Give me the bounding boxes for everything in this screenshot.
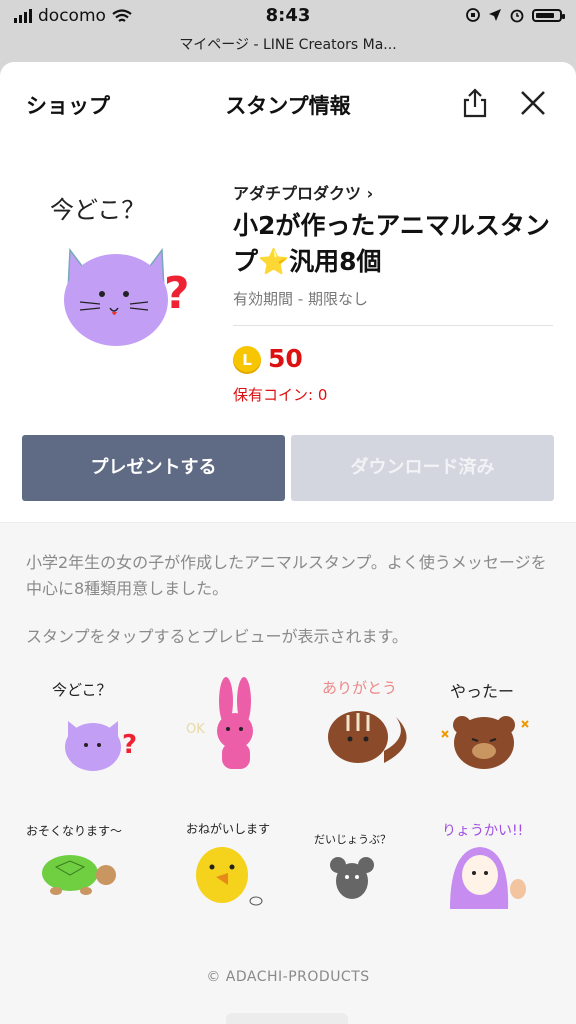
sticker-caption: おそくなります〜 bbox=[26, 824, 122, 838]
sticker-title: 小2が作ったアニマルスタンプ⭐汎用8個 bbox=[233, 211, 550, 276]
owned-coins: 保有コイン: 0 bbox=[233, 386, 328, 404]
orientation-lock-icon bbox=[466, 8, 480, 22]
main-sticker-image: 今どこ？ ? bbox=[50, 196, 190, 346]
sticker-caption: おねがいします bbox=[186, 821, 270, 836]
sticker-bear[interactable]: やったー bbox=[436, 673, 546, 773]
gift-button[interactable]: プレゼントする bbox=[22, 435, 285, 501]
divider bbox=[233, 325, 553, 326]
creator-link[interactable]: アダチプロダクツ › bbox=[233, 180, 373, 204]
shop-button[interactable]: ショップ bbox=[26, 90, 110, 120]
sticker-turtle[interactable]: おそくなります〜 bbox=[26, 813, 136, 913]
sticker-rabbit[interactable]: OK bbox=[178, 673, 288, 773]
sticker-mouse[interactable]: だいじょうぶ？ bbox=[310, 813, 420, 913]
validity-period: 有効期間 - 期限なし bbox=[233, 290, 368, 308]
sticker-caption: OK bbox=[186, 722, 205, 737]
bottom-handle[interactable] bbox=[226, 1013, 348, 1024]
main-sticker-caption: 今どこ？ bbox=[50, 196, 145, 224]
status-bar: docomo 8:43 bbox=[0, 0, 576, 34]
sticker-girl[interactable]: りょうかい!! bbox=[436, 813, 546, 913]
sticker-caption: りょうかい!! bbox=[442, 823, 523, 839]
svg-text:?: ? bbox=[164, 268, 190, 319]
close-icon[interactable] bbox=[516, 86, 550, 120]
alarm-icon bbox=[510, 9, 524, 23]
download-button-disabled: ダウンロード済み bbox=[291, 435, 554, 501]
description-section: 小学2年生の女の子が作成したアニマルスタンプ。よく使うメッセージを中心に8種類用… bbox=[0, 522, 576, 1024]
price: 50 bbox=[268, 344, 303, 373]
status-right bbox=[465, 7, 565, 23]
sticker-chipmunk[interactable]: ありがとう bbox=[314, 673, 424, 773]
battery-icon bbox=[532, 8, 565, 22]
sticker-caption: やったー bbox=[450, 682, 514, 701]
line-coin-icon: L bbox=[233, 346, 261, 374]
location-icon bbox=[489, 9, 501, 21]
description-text: 小学2年生の女の子が作成したアニマルスタンプ。よく使うメッセージを中心に8種類用… bbox=[26, 553, 547, 598]
sticker-cat[interactable]: 今どこ？ ? bbox=[36, 673, 146, 773]
share-icon[interactable] bbox=[458, 86, 492, 120]
copyright: © ADACHI-PRODUCTS bbox=[206, 969, 370, 985]
preview-hint: スタンプをタップするとプレビューが表示されます。 bbox=[26, 627, 408, 646]
nav-bar: ショップ スタンプ情報 bbox=[0, 62, 576, 148]
sticker-caption: ありがとう bbox=[322, 679, 397, 697]
sticker-caption: 今どこ？ bbox=[52, 681, 112, 699]
svg-text:?: ? bbox=[122, 730, 137, 760]
sticker-chick[interactable]: おねがいします bbox=[172, 813, 282, 913]
battery-fill bbox=[536, 12, 554, 18]
sticker-caption: だいじょうぶ？ bbox=[314, 833, 391, 846]
sticker-info-sheet: ショップ スタンプ情報 今どこ？ ? アダチプロダクツ › 小2が作ったアニマル… bbox=[0, 62, 576, 1024]
browser-url-title[interactable]: マイページ - LINE Creators Ma... bbox=[0, 34, 576, 54]
